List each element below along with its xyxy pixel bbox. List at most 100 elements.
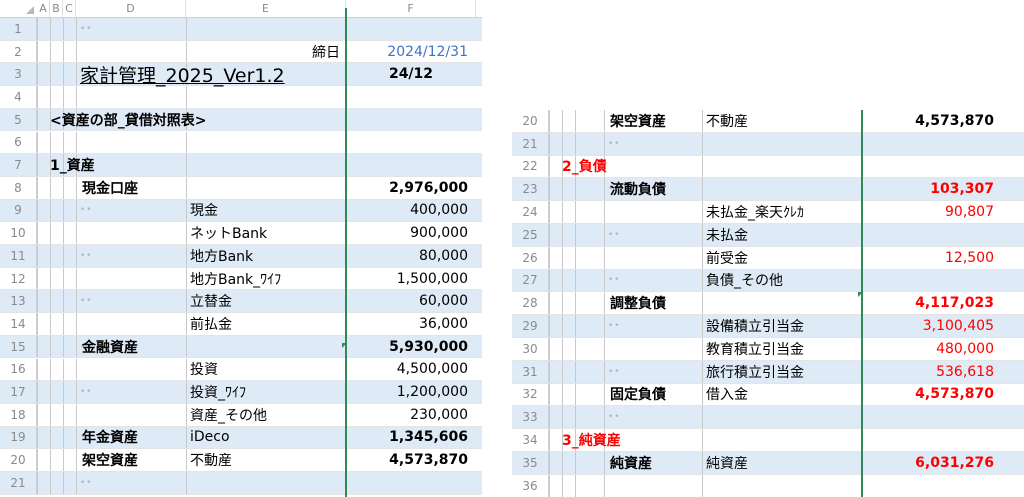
row-header[interactable]: 15 xyxy=(0,335,37,358)
item-label[interactable]: 締日 xyxy=(190,41,346,63)
row-header[interactable]: 28 xyxy=(512,292,549,315)
row-header[interactable]: 7 xyxy=(0,154,37,176)
row-header[interactable]: 4 xyxy=(0,86,37,108)
amount-value[interactable]: 4,117,023 xyxy=(864,292,1000,314)
amount-value[interactable]: 536,618 xyxy=(864,361,1000,383)
amount-value[interactable]: 2024/12/31 xyxy=(348,41,474,63)
amount-value[interactable]: 3,100,405 xyxy=(864,315,1000,337)
row-header[interactable]: 24 xyxy=(512,201,549,223)
amount-value[interactable]: 60,000 xyxy=(348,290,474,312)
amount-value[interactable]: 36,000 xyxy=(348,313,474,335)
group-label[interactable]: 金融資産 xyxy=(82,336,186,358)
row-header[interactable]: 12 xyxy=(0,267,37,290)
row-header[interactable]: 25 xyxy=(512,224,549,246)
group-label[interactable]: 現金口座 xyxy=(82,177,186,199)
amount-value[interactable]: 4,573,870 xyxy=(864,110,1000,132)
row-header[interactable]: 29 xyxy=(512,315,549,337)
row-header[interactable]: 9 xyxy=(0,199,37,222)
select-all-corner-icon[interactable] xyxy=(0,0,37,17)
right-spreadsheet[interactable]: 20 架空資産 不動産 4,573,870 21 •• 22 2_負債 23 •• 流動負債 103,… xyxy=(512,110,1024,497)
row-header[interactable]: 3 xyxy=(0,63,37,86)
amount-value[interactable]: 480,000 xyxy=(864,338,1000,360)
amount-value[interactable]: 2,976,000 xyxy=(348,177,474,199)
column-header-a[interactable]: A xyxy=(37,0,50,17)
amount-value[interactable]: 90,807 xyxy=(864,201,1000,223)
group-label[interactable]: 純資産 xyxy=(610,452,702,474)
amount-value[interactable]: 400,000 xyxy=(348,200,474,222)
row-header[interactable]: 8 xyxy=(0,176,37,199)
row-header[interactable]: 1 xyxy=(0,18,37,40)
row-header[interactable]: 33 xyxy=(512,406,549,429)
column-header-d[interactable]: D xyxy=(76,0,186,17)
amount-value[interactable]: 4,500,000 xyxy=(348,359,474,381)
item-label[interactable]: 設備積立引当金 xyxy=(706,315,862,337)
item-label[interactable]: 前払金 xyxy=(190,313,346,335)
item-label[interactable]: iDeco xyxy=(190,427,346,449)
amount-value[interactable]: 1,345,606 xyxy=(348,427,474,449)
row-header[interactable]: 30 xyxy=(512,338,549,360)
amount-value[interactable]: 900,000 xyxy=(348,222,474,244)
row-header[interactable]: 22 xyxy=(512,155,549,178)
row-header[interactable]: 13 xyxy=(0,290,37,313)
amount-value[interactable]: 12,500 xyxy=(864,247,1000,269)
amount-value[interactable]: 103,307 xyxy=(864,178,1000,200)
item-label[interactable]: 資産_その他 xyxy=(190,404,346,426)
group-label[interactable]: 年金資産 xyxy=(82,427,186,449)
item-label[interactable]: 未払金_楽天ｸﾚｶ xyxy=(706,201,862,223)
group-label[interactable]: 流動負債 xyxy=(610,178,702,200)
item-label[interactable]: 立替金 xyxy=(190,290,346,312)
row-header[interactable]: 35 xyxy=(512,452,549,474)
item-label[interactable]: 未払金 xyxy=(706,224,862,246)
amount-value[interactable]: 80,000 xyxy=(348,245,474,267)
amount-value[interactable]: 230,000 xyxy=(348,404,474,426)
item-label[interactable]: ネットBank xyxy=(190,222,346,244)
column-header-c[interactable]: C xyxy=(63,0,76,17)
row-header[interactable]: 5 xyxy=(0,108,37,131)
row-header[interactable]: 16 xyxy=(0,358,37,381)
row-header[interactable]: 32 xyxy=(512,383,549,406)
amount-value[interactable]: 1,500,000 xyxy=(348,268,474,290)
group-label[interactable]: 架空資産 xyxy=(82,449,186,471)
item-label[interactable]: 地方Bank_ﾜｲﾌ xyxy=(190,268,346,290)
item-label[interactable]: 負債_その他 xyxy=(706,270,862,292)
row-header[interactable]: 19 xyxy=(0,426,37,449)
row-header[interactable]: 2 xyxy=(0,40,37,63)
group-label[interactable]: 架空資産 xyxy=(610,110,702,132)
item-label[interactable]: 投資_ﾜｲﾌ xyxy=(190,381,346,403)
item-label[interactable]: 教育積立引当金 xyxy=(706,338,862,360)
item-label[interactable]: 不動産 xyxy=(706,110,862,132)
row-header[interactable]: 20 xyxy=(512,110,549,132)
row-header[interactable]: 27 xyxy=(512,269,549,292)
amount-value[interactable]: 4,573,870 xyxy=(864,384,1000,406)
item-label[interactable]: 純資産 xyxy=(706,452,862,474)
amount-value[interactable]: 1,200,000 xyxy=(348,381,474,403)
row-header[interactable]: 20 xyxy=(0,449,37,471)
row-header[interactable]: 26 xyxy=(512,246,549,269)
row-header[interactable]: 11 xyxy=(0,245,37,267)
column-header-e[interactable]: E xyxy=(186,0,346,17)
item-label[interactable]: 前受金 xyxy=(706,247,862,269)
item-label[interactable]: 投資 xyxy=(190,359,346,381)
amount-value[interactable]: 6,031,276 xyxy=(864,452,1000,474)
amount-value[interactable]: 4,573,870 xyxy=(348,449,474,471)
item-label[interactable]: 現金 xyxy=(190,200,346,222)
row-header[interactable]: 21 xyxy=(512,132,549,155)
item-label[interactable]: 地方Bank xyxy=(190,245,346,267)
row-header[interactable]: 21 xyxy=(0,472,37,494)
amount-value[interactable]: 24/12 xyxy=(348,63,474,85)
group-label[interactable]: 調整負債 xyxy=(610,292,702,314)
row-header[interactable]: 36 xyxy=(512,474,549,497)
row-header[interactable]: 6 xyxy=(0,131,37,154)
group-label[interactable]: 固定負債 xyxy=(610,384,702,406)
column-header-b[interactable]: B xyxy=(50,0,63,17)
item-label[interactable]: 借入金 xyxy=(706,384,862,406)
amount-value[interactable]: 5,930,000 xyxy=(348,336,474,358)
row-header[interactable]: 10 xyxy=(0,222,37,244)
row-header[interactable]: 34 xyxy=(512,429,549,451)
item-label[interactable]: 旅行積立引当金 xyxy=(706,361,862,383)
row-header[interactable]: 31 xyxy=(512,360,549,383)
left-spreadsheet[interactable]: A B C D E F 1 •• 2 締日 2024/12/31 3 家計管理_2025_V… xyxy=(0,0,482,497)
row-header[interactable]: 23 xyxy=(512,178,549,201)
column-header-f[interactable]: F xyxy=(346,0,476,17)
row-header[interactable]: 18 xyxy=(0,403,37,426)
